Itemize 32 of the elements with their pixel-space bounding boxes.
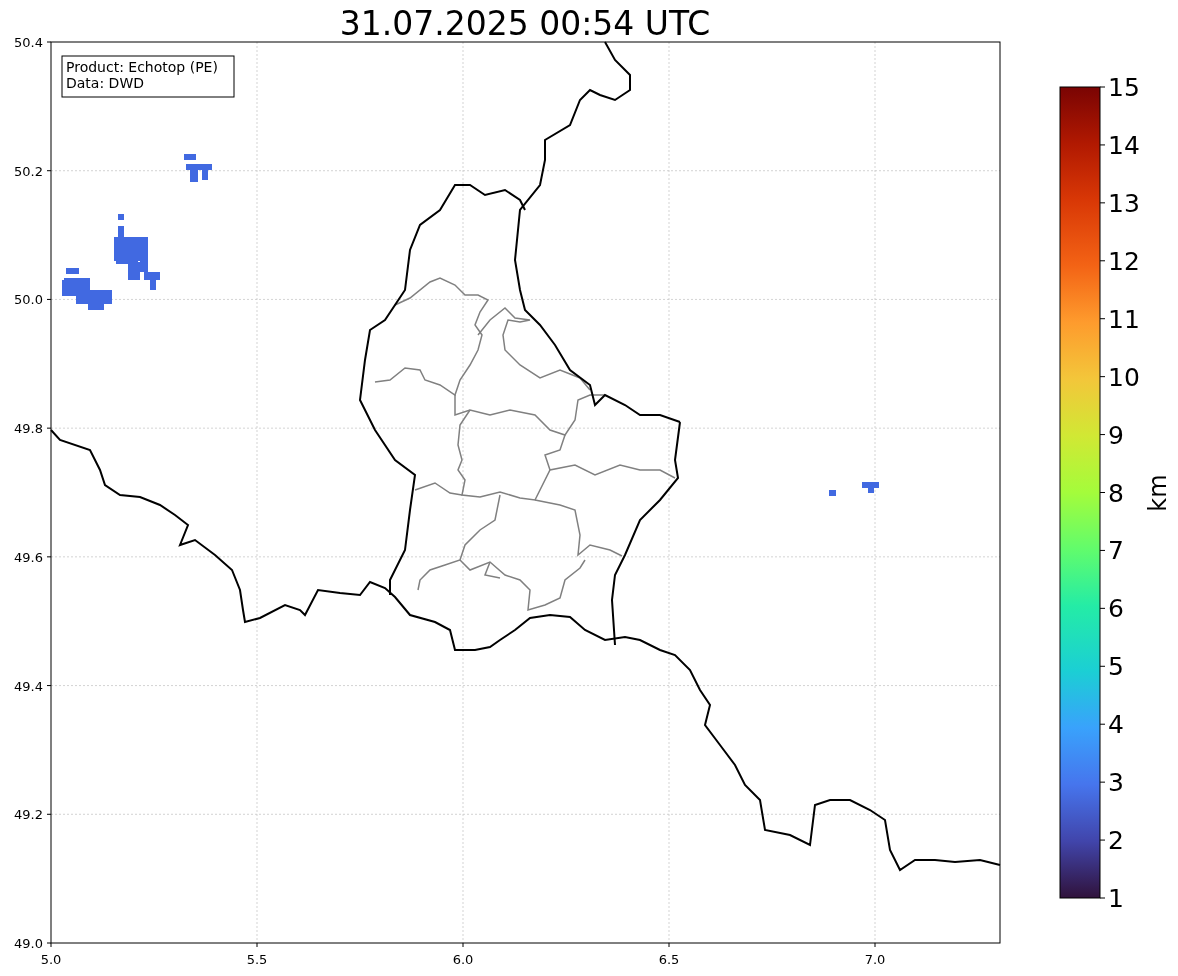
y-axis-label: 50.4 [14, 35, 43, 50]
colorbar-label: 15 [1108, 73, 1140, 102]
y-axis-label: 49.8 [14, 421, 43, 437]
y-axis-label: 50.2 [14, 163, 43, 179]
colorbar-label: 13 [1108, 188, 1140, 218]
info-text: Product: Echotop (PE) [66, 59, 218, 75]
chart-title: 31.07.2025 00:54 UTC [339, 4, 711, 43]
y-axis-label: 49.4 [14, 678, 43, 694]
colorbar-label: 2 [1108, 826, 1124, 856]
x-axis-label: 5.5 [246, 952, 268, 967]
x-axis-label: 6.0 [452, 952, 474, 967]
colorbar-label: 12 [1108, 246, 1140, 276]
colorbar-label: 8 [1108, 478, 1124, 508]
colorbar-label: 10 [1108, 362, 1140, 392]
x-axis-label: 5.0 [40, 952, 62, 967]
colorbar-label: 6 [1108, 594, 1124, 624]
colorbar-label: 14 [1108, 130, 1140, 160]
info-text: Data: DWD [66, 75, 144, 91]
colorbar-label: 5 [1108, 652, 1124, 682]
colorbar-label: 3 [1108, 768, 1124, 798]
y-axis-label: 49.6 [14, 549, 43, 565]
colorbar-label: 1 [1108, 884, 1124, 913]
y-axis-label: 50.0 [14, 292, 43, 308]
colorbar-title: km [1144, 474, 1172, 512]
y-axis-label: 49.0 [14, 936, 43, 951]
colorbar-label: 4 [1108, 710, 1124, 740]
colorbar-label: 11 [1108, 304, 1140, 334]
y-axis-label: 49.2 [14, 807, 43, 823]
colorbar-label: 7 [1108, 536, 1124, 566]
colorbar-label: 9 [1108, 420, 1124, 450]
x-axis-label: 6.5 [658, 952, 680, 967]
x-axis-label: 7.0 [864, 952, 886, 967]
